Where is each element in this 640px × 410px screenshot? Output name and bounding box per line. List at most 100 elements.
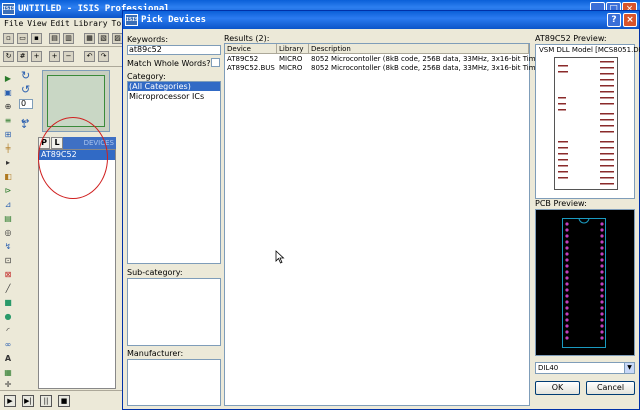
column-header-library[interactable]: Library [277,44,309,54]
keywords-label: Keywords: [127,35,169,44]
chevron-down-icon[interactable]: ▼ [624,363,634,373]
print-setup-icon[interactable]: ▧ [98,33,109,44]
simulation-controls: ▶ ▶| || ■ [0,390,124,410]
undo-icon[interactable]: ↶ [84,51,95,62]
match-whole-words-checkbox[interactable] [211,58,220,67]
dialog-close-icon[interactable]: × [623,13,637,27]
box-tool-icon[interactable]: ■ [2,298,14,308]
menu-file[interactable]: File [4,19,23,28]
path-tool-icon[interactable]: ∞ [2,340,14,350]
red-annotation-circle [38,117,108,199]
manufacturer-label: Manufacturer: [127,349,184,358]
chip-symbol [554,57,618,190]
isis-dialog-icon: ISIS [125,14,138,26]
keywords-input[interactable]: at89c52 [127,45,221,55]
results-table[interactable]: Device Library Description AT89C52 MICRO… [224,43,549,406]
import-icon[interactable]: ▤ [49,33,60,44]
rotate-cw-icon[interactable]: ↻ [21,70,33,82]
probe-icon[interactable]: ↯ [2,242,14,252]
category-item-selected[interactable]: (All Categories) [128,82,220,91]
isis-app-icon: ISIS [2,3,15,15]
pcb-preview [535,209,635,356]
menu-view[interactable]: View [27,19,46,28]
package-select[interactable]: DIL40 ▼ [535,362,635,374]
mode-toolbar: ▶ ▣ ⊕ ≡ ⊞ ╪ ▸ ◧ ⊳ ⊿ ▤ ◎ ↯ ⊡ ⊠ ╱ ■ ● ◜ ∞ … [0,70,16,390]
help-icon[interactable]: ? [607,13,621,27]
symbol-tool-icon[interactable]: ▦ [2,368,14,378]
line-tool-icon[interactable]: ╱ [2,284,14,294]
manufacturer-list[interactable] [127,359,221,406]
pause-icon[interactable]: || [40,395,52,407]
wire-label-icon[interactable]: ≡ [2,116,14,126]
zoom-in-icon[interactable]: + [49,51,60,62]
row-library: MICRO [279,55,303,63]
save-icon[interactable]: ▪ [31,33,42,44]
graph-icon[interactable]: ⊿ [2,200,14,210]
rotation-angle-field[interactable]: 0 [19,99,33,109]
circle-tool-icon[interactable]: ● [2,312,14,322]
preview-label: AT89C52 Preview: [535,34,607,43]
arc-tool-icon[interactable]: ◜ [2,326,14,336]
mouse-cursor-icon [275,250,285,264]
text-script-icon[interactable]: ⊞ [2,130,14,140]
redraw-icon[interactable]: ↻ [3,51,14,62]
table-row[interactable]: AT89C52.BUS MICRO 8052 Microcontoller (8… [225,64,549,73]
row-description: 8052 Microcontoller (8kB code, 256B data… [311,55,550,63]
chip-pins-drawing [558,61,614,185]
tape-icon[interactable]: ▤ [2,214,14,224]
menu-tools[interactable]: To [112,19,122,28]
play-icon[interactable]: ▶ [4,395,16,407]
results-label: Results (2): [224,34,270,43]
row-device: AT89C52 [227,55,259,63]
zoom-out-icon[interactable]: − [63,51,74,62]
subcircuit-icon[interactable]: ▸ [2,158,14,168]
column-header-device[interactable]: Device [225,44,277,54]
cancel-button[interactable]: Cancel [586,381,635,395]
category-item[interactable]: Microprocessor ICs [129,92,204,101]
virtual-instrument-icon[interactable]: ⊡ [2,256,14,266]
ok-button[interactable]: OK [535,381,580,395]
pcb-pads-drawing [565,217,604,340]
flip-icon[interactable]: ↕ [20,120,32,132]
pcb-preview-label: PCB Preview: [535,199,587,208]
pin-icon[interactable]: ⊳ [2,186,14,196]
schematic-preview: VSM DLL Model [MCS8051.DLL] [535,44,640,199]
menu-bar: File View Edit Library To [0,18,124,30]
redo-icon[interactable]: ↷ [98,51,109,62]
dialog-title: Pick Devices [141,15,207,25]
column-header-description[interactable]: Description [309,44,529,54]
generator-icon[interactable]: ◎ [2,228,14,238]
step-icon[interactable]: ▶| [22,395,34,407]
text-tool-icon[interactable]: A [2,354,14,364]
vsm-model-label: VSM DLL Model [MCS8051.DLL] [539,46,640,54]
junction-icon[interactable]: ⊕ [2,102,14,112]
subcategory-list[interactable] [127,278,221,346]
dialog-titlebar[interactable]: ISIS Pick Devices [123,11,639,29]
table-row[interactable]: AT89C52 MICRO 8052 Microcontoller (8kB c… [225,55,549,64]
grid-icon[interactable]: # [17,51,28,62]
match-whole-words-label: Match Whole Words? [127,59,211,68]
bus-icon[interactable]: ╪ [2,144,14,154]
stop-icon[interactable]: ■ [58,395,70,407]
secondary-toolbar: ↻ # + + − ↶ ↷ [0,47,124,67]
pick-devices-dialog: ISIS Pick Devices ? × Keywords: at89c52 … [122,10,640,410]
row-device: AT89C52.BUS [227,64,275,72]
marker-tool-icon[interactable]: ✛ [2,380,14,390]
terminal-icon[interactable]: ◧ [2,172,14,182]
menu-library[interactable]: Library [74,19,108,28]
row-description: 8052 Microcontoller (8kB code, 256B data… [311,64,550,72]
component-mode-icon[interactable]: ▣ [2,88,14,98]
row-library: MICRO [279,64,303,72]
open-folder-icon[interactable]: ▭ [17,33,28,44]
print-icon[interactable]: ▦ [84,33,95,44]
rotate-ccw-icon[interactable]: ↺ [21,84,33,96]
package-select-value: DIL40 [538,364,559,372]
selection-mode-icon[interactable]: ▶ [2,74,14,84]
category-list[interactable]: (All Categories) Microprocessor ICs [127,81,221,264]
origin-icon[interactable]: + [31,51,42,62]
main-toolbar: ▫ ▭ ▪ ▤ ▥ ▦ ▧ ▨ [0,30,124,47]
new-file-icon[interactable]: ▫ [3,33,14,44]
export-icon[interactable]: ▥ [63,33,74,44]
menu-edit[interactable]: Edit [51,19,70,28]
instrument-icon[interactable]: ⊠ [2,270,14,280]
